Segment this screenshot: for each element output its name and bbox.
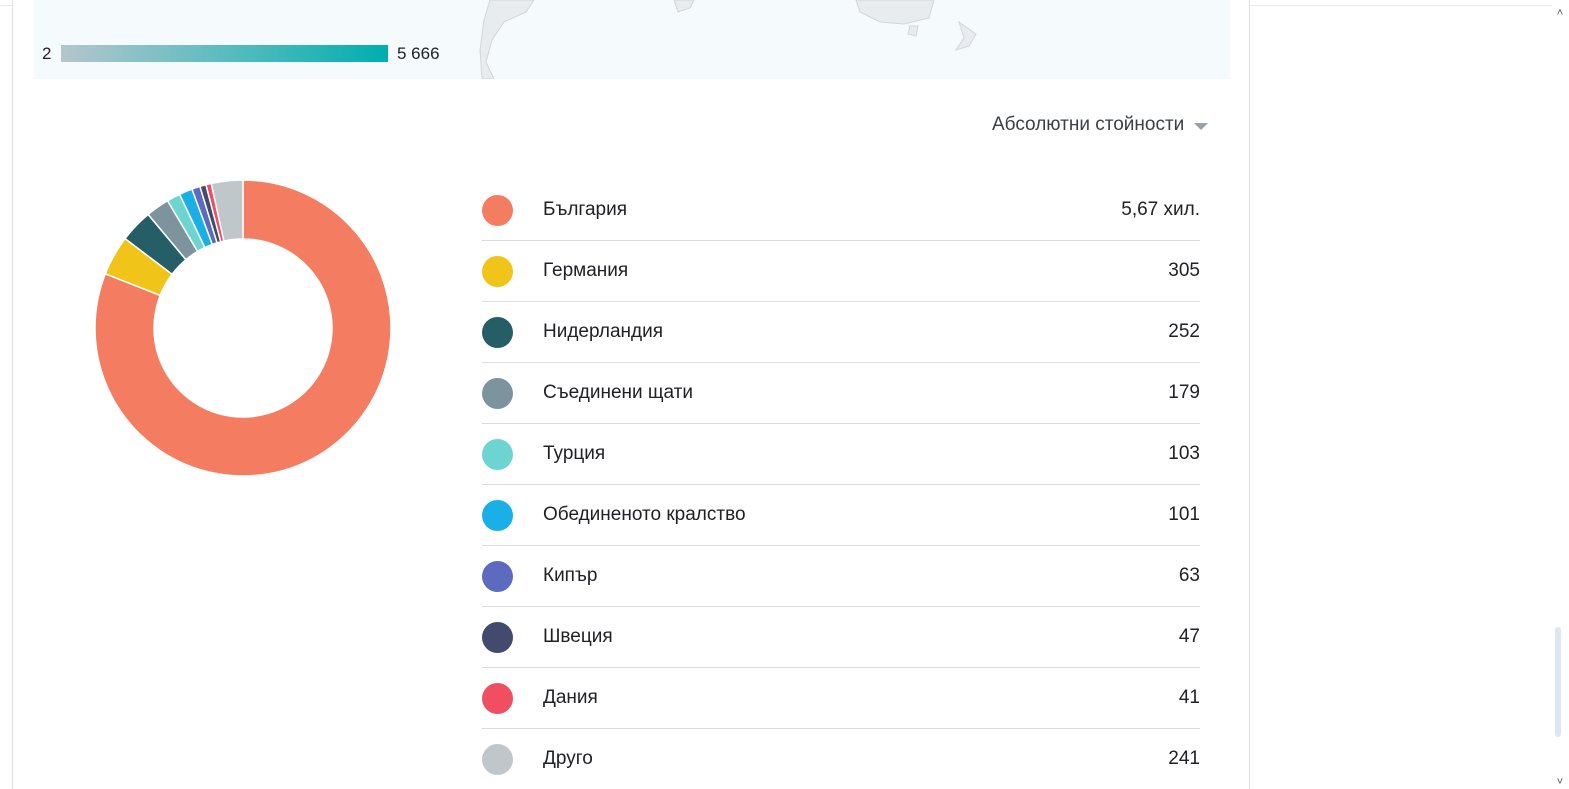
scroll-down-icon[interactable]: ˅ (1553, 775, 1567, 789)
legend-value: 241 (1168, 748, 1200, 769)
legend-value: 47 (1178, 626, 1200, 647)
legend-value: 101 (1168, 504, 1200, 525)
scroll-up-icon[interactable]: ˄ (1553, 6, 1567, 20)
scale-max-label: 5 666 (397, 44, 440, 63)
map-land-shapes (479, 0, 977, 79)
donut-chart[interactable] (90, 175, 396, 481)
legend-value: 305 (1168, 260, 1200, 281)
legend-country: Нидерландия (543, 321, 664, 342)
legend-row[interactable]: Дания 41 (482, 668, 1200, 729)
legend-color-dot (482, 438, 513, 470)
legend-color-dot (482, 743, 513, 775)
scrollbar-thumb[interactable] (1555, 627, 1561, 737)
legend-value: 63 (1178, 565, 1200, 586)
legend-color-dot (482, 255, 513, 287)
legend-country: Швеция (543, 626, 613, 647)
scale-min-label: 2 (42, 44, 52, 63)
legend-color-dot (482, 621, 513, 653)
legend-country: Обединеното кралство (543, 504, 746, 525)
legend-color-dot (482, 682, 513, 714)
legend-value: 252 (1168, 321, 1200, 342)
legend-country: Турция (543, 443, 606, 464)
legend-row[interactable]: Швеция 47 (482, 607, 1200, 668)
legend-value: 179 (1168, 382, 1200, 403)
legend-row[interactable]: Кипър 63 (482, 546, 1200, 607)
legend-color-dot (482, 194, 513, 226)
legend-country: България (543, 199, 627, 220)
legend-value: 41 (1178, 687, 1200, 708)
legend-country: Германия (543, 260, 629, 281)
legend-row[interactable]: Германия 305 (482, 241, 1200, 302)
world-map[interactable] (34, 0, 1230, 79)
caret-down-icon (1194, 122, 1209, 130)
legend-color-dot (482, 499, 513, 531)
legend-country: Друго (543, 748, 593, 769)
legend-color-dot (482, 560, 513, 592)
legend-country: Дания (543, 687, 598, 708)
legend-value: 103 (1168, 443, 1200, 464)
country-legend: България 5,67 хил. Германия 305 Нидерландия 2… (482, 180, 1200, 789)
legend-row[interactable]: България 5,67 хил. (482, 180, 1200, 241)
legend-country: Съединени щати (543, 382, 693, 403)
legend-row[interactable]: Турция 103 (482, 424, 1200, 485)
legend-country: Кипър (543, 565, 598, 586)
legend-color-dot (482, 377, 513, 409)
legend-row[interactable]: Обединеното кралство 101 (482, 485, 1200, 546)
metric-dropdown[interactable]: Абсолютни стойности (992, 113, 1209, 137)
legend-color-dot (482, 316, 513, 348)
legend-value: 5,67 хил. (1121, 199, 1200, 220)
legend-row[interactable]: Друго 241 (482, 729, 1200, 789)
color-scale-bar (61, 45, 388, 62)
metric-dropdown-label: Абсолютни стойности (992, 114, 1185, 135)
legend-row[interactable]: Нидерландия 252 (482, 302, 1200, 363)
legend-row[interactable]: Съединени щати 179 (482, 363, 1200, 424)
